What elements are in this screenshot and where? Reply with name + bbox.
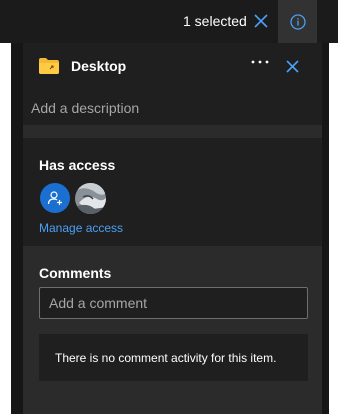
close-panel-button[interactable] bbox=[281, 55, 303, 77]
comments-empty-state: There is no comment activity for this it… bbox=[39, 334, 308, 381]
item-title: Desktop bbox=[71, 58, 127, 74]
has-access-section: Has access Manage access bbox=[23, 138, 322, 246]
more-options-button[interactable] bbox=[249, 53, 271, 71]
has-access-title: Has access bbox=[39, 157, 116, 173]
command-bar: 1 selected bbox=[0, 0, 338, 43]
folder-icon bbox=[39, 58, 59, 74]
clear-selection-button[interactable] bbox=[250, 10, 272, 32]
comments-section: Comments There is no comment activity fo… bbox=[23, 246, 322, 414]
person-add-icon bbox=[47, 191, 62, 205]
close-icon bbox=[254, 14, 268, 28]
details-pane-button[interactable] bbox=[278, 0, 317, 43]
add-people-avatar[interactable] bbox=[40, 183, 70, 213]
comments-title: Comments bbox=[39, 265, 112, 281]
manage-access-link[interactable]: Manage access bbox=[39, 221, 123, 235]
avatar[interactable] bbox=[75, 183, 106, 214]
selection-count: 1 selected bbox=[183, 13, 247, 29]
close-icon bbox=[285, 59, 299, 73]
details-header: Desktop Add a description bbox=[23, 43, 322, 125]
details-panel: Desktop Add a description Has access Man… bbox=[23, 43, 322, 414]
more-options-icon bbox=[251, 60, 269, 64]
file-list-edge bbox=[0, 43, 11, 414]
info-icon bbox=[289, 13, 306, 30]
comment-input[interactable] bbox=[39, 287, 308, 319]
scrollbar-edge bbox=[329, 43, 338, 414]
profile-photo-icon bbox=[75, 183, 106, 214]
description-field[interactable]: Add a description bbox=[31, 100, 139, 116]
empty-message: There is no comment activity for this it… bbox=[55, 350, 277, 365]
